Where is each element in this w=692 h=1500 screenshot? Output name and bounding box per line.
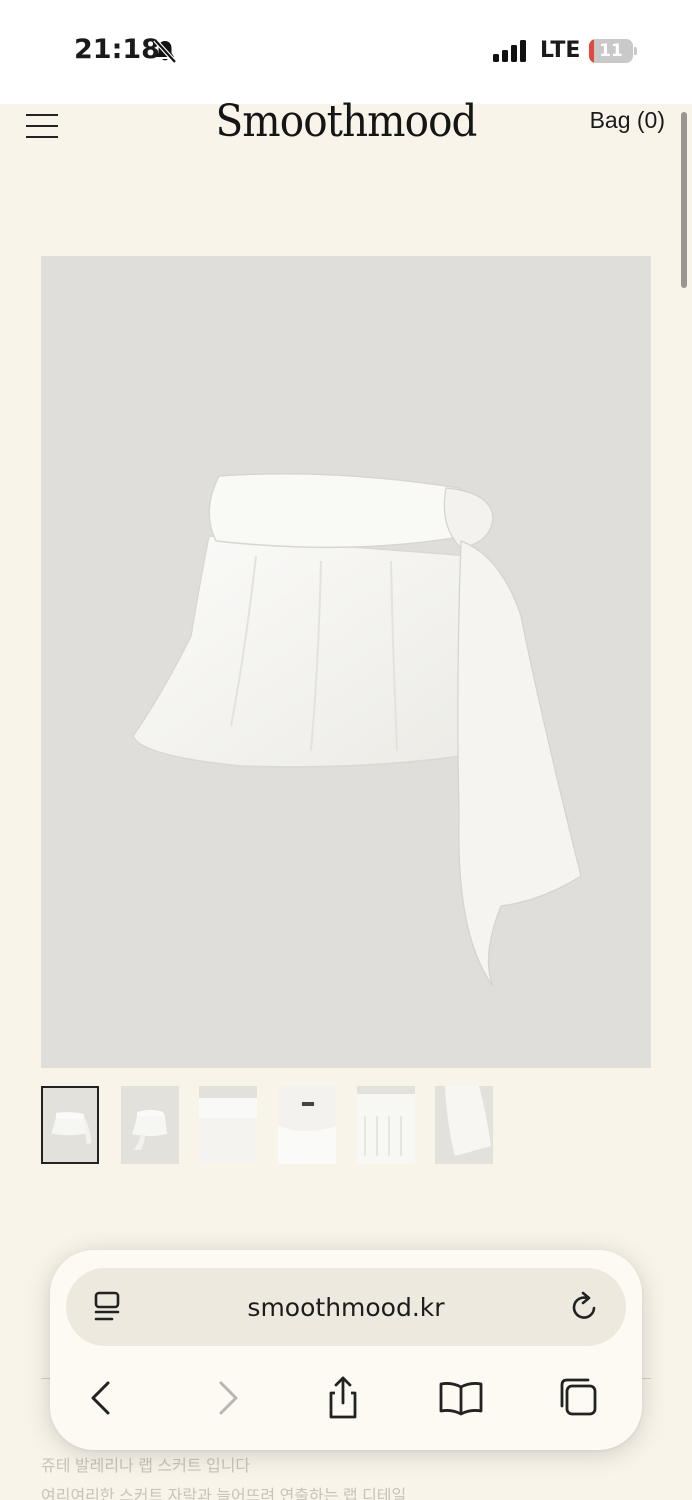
thumbnail-1[interactable] [41, 1086, 99, 1164]
description-line-2: 여리여리한 스커트 자락과 늘어뜨려 연출하는 랩 디테일 [41, 1488, 407, 1500]
battery-cap [634, 47, 637, 55]
back-icon[interactable] [80, 1375, 126, 1421]
bag-link[interactable]: Bag (0) [590, 107, 665, 134]
thumbnail-3[interactable] [199, 1086, 257, 1164]
bell-slash-icon [153, 38, 177, 64]
reload-icon[interactable] [568, 1290, 602, 1324]
url-text[interactable]: smoothmood.kr [66, 1268, 626, 1346]
bookmarks-icon[interactable] [438, 1375, 484, 1421]
thumbnail-2[interactable] [121, 1086, 179, 1164]
status-bar: 21:18 LTE 11 [0, 0, 692, 104]
battery-icon: 11 [589, 39, 633, 63]
browser-toolbar: smoothmood.kr [50, 1250, 642, 1450]
battery-percentage: 11 [599, 41, 623, 61]
skirt-illustration [132, 472, 582, 987]
address-bar[interactable]: smoothmood.kr [66, 1268, 626, 1346]
tabs-icon[interactable] [556, 1375, 602, 1421]
thumbnail-6[interactable] [435, 1086, 493, 1164]
forward-icon[interactable] [204, 1375, 250, 1421]
hamburger-menu-icon[interactable] [26, 114, 58, 140]
cellular-signal-icon [493, 40, 526, 62]
status-time: 21:18 [74, 34, 160, 65]
thumbnail-5[interactable] [357, 1086, 415, 1164]
thumbnail-4[interactable] [278, 1086, 336, 1164]
network-type: LTE [540, 38, 581, 63]
site-logo[interactable]: Smoothmood [208, 96, 484, 147]
product-main-image[interactable] [41, 256, 651, 1068]
description-line-1: 쥬테 발레리나 랩 스커트 입니다 [41, 1458, 251, 1475]
scrollbar[interactable] [681, 112, 687, 288]
share-icon[interactable] [320, 1375, 366, 1421]
